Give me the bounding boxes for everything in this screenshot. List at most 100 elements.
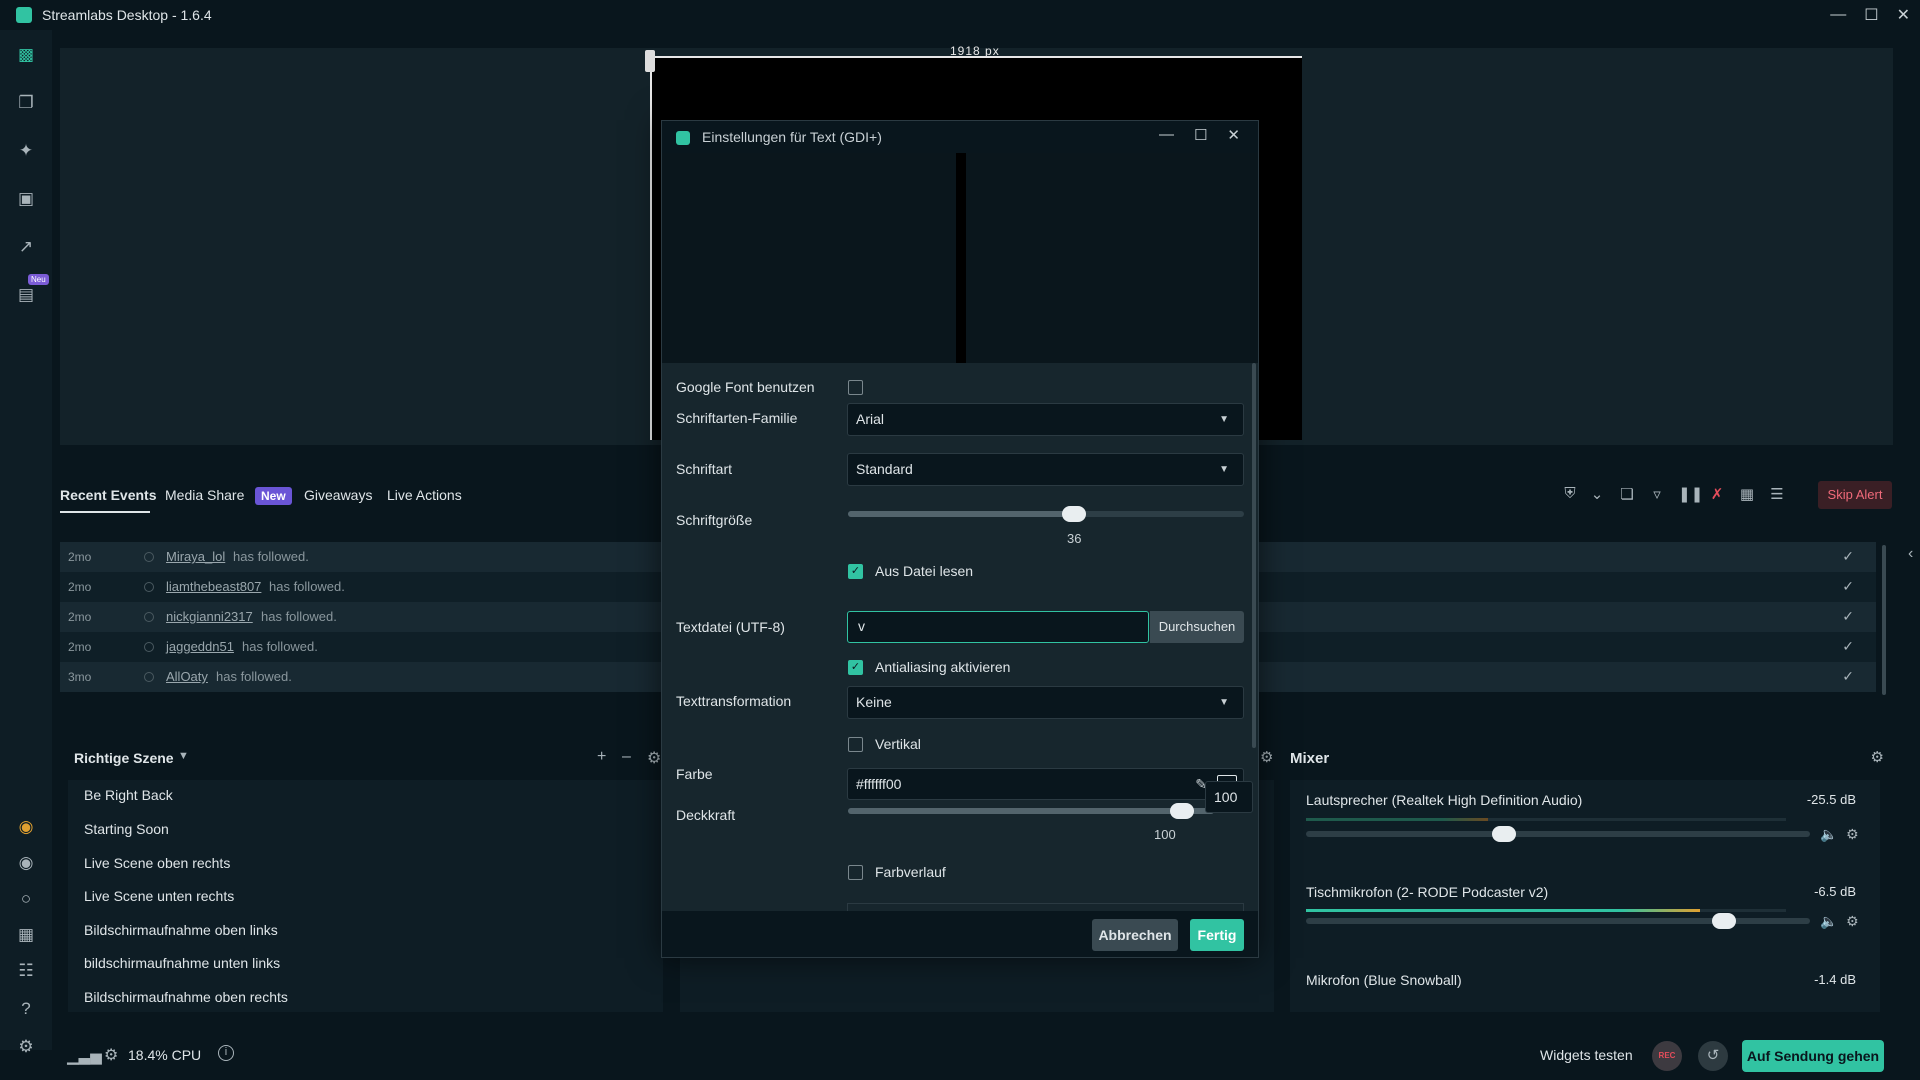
tab-live-actions[interactable]: Live Actions: [387, 487, 462, 503]
check-icon[interactable]: ✓: [1842, 668, 1854, 685]
pause-icon[interactable]: ❚❚: [1678, 485, 1703, 503]
record-button[interactable]: REC: [1652, 1041, 1682, 1071]
layout-icon[interactable]: ▦: [16, 925, 36, 945]
library-icon[interactable]: ☷: [16, 961, 36, 981]
help-icon[interactable]: ?: [16, 999, 36, 1019]
skip-alert-button[interactable]: Skip Alert: [1818, 481, 1892, 509]
event-username[interactable]: Miraya_lol: [166, 549, 225, 564]
dialog-scrollbar[interactable]: [1252, 363, 1256, 748]
tab-recent-events[interactable]: Recent Events: [60, 487, 156, 503]
close-icon[interactable]: ✕: [1227, 126, 1240, 144]
add-icon[interactable]: +: [597, 748, 606, 766]
analytics-icon[interactable]: ↗: [16, 237, 36, 257]
minimize-icon[interactable]: —: [1830, 6, 1846, 24]
speaker-icon[interactable]: 🔈: [1820, 826, 1837, 843]
resize-handle[interactable]: [645, 50, 655, 72]
text-file-input[interactable]: v: [847, 611, 1149, 643]
chat-icon[interactable]: ○: [16, 889, 36, 909]
scene-item[interactable]: Starting Soon: [84, 821, 169, 837]
event-user[interactable]: jaggeddn51: [166, 639, 234, 654]
store-icon[interactable]: ▣: [16, 189, 36, 209]
color-input[interactable]: #ffffff00 ✎: [847, 768, 1244, 800]
gear-icon[interactable]: ⚙: [104, 1045, 118, 1065]
grid-view-icon[interactable]: ▦: [1738, 485, 1756, 503]
events-scrollbar[interactable]: [1882, 545, 1886, 695]
list-view-icon[interactable]: ☰: [1768, 485, 1786, 503]
info-icon[interactable]: i: [218, 1045, 234, 1061]
volume-slider[interactable]: [1306, 913, 1810, 929]
mixer-panel: Mixer ⚙ Lautsprecher (Realtek High Defin…: [1290, 740, 1890, 1012]
gear-icon[interactable]: ⚙: [1846, 826, 1859, 843]
gear-icon[interactable]: ⚙: [1846, 913, 1859, 930]
ultra-icon[interactable]: ◉: [16, 817, 36, 837]
replay-buffer-icon[interactable]: ↺: [1698, 1041, 1728, 1071]
widgets-test-button[interactable]: Widgets testen: [1540, 1047, 1633, 1063]
tab-giveaways[interactable]: Giveaways: [304, 487, 372, 503]
event-username[interactable]: nickgianni2317: [166, 609, 253, 624]
chevron-left-icon[interactable]: ‹: [1908, 545, 1913, 563]
opacity-slider[interactable]: [848, 803, 1214, 819]
remove-icon[interactable]: –: [622, 748, 631, 766]
check-icon[interactable]: ✓: [1842, 578, 1854, 595]
shield-icon[interactable]: ⛨: [1561, 485, 1579, 502]
copy-icon[interactable]: ❏: [1618, 485, 1636, 503]
read-from-file-checkbox[interactable]: ✓: [848, 564, 863, 579]
check-icon[interactable]: ✓: [1842, 638, 1854, 655]
font-style-select[interactable]: Standard ▼: [847, 453, 1244, 486]
editor-icon[interactable]: ▩: [16, 45, 36, 65]
event-user[interactable]: nickgianni2317: [166, 609, 253, 624]
chevron-down-icon[interactable]: ⌄: [1588, 485, 1606, 503]
volume-knob[interactable]: [1492, 826, 1516, 842]
speaker-icon[interactable]: 🔈: [1820, 913, 1837, 930]
event-username[interactable]: liamthebeast807: [166, 579, 261, 594]
opacity-slider-knob[interactable]: [1170, 803, 1194, 819]
minimize-icon[interactable]: —: [1159, 126, 1174, 144]
event-user[interactable]: Miraya_lol: [166, 549, 225, 564]
gear-icon[interactable]: ⚙: [647, 748, 661, 768]
scene-item[interactable]: bildschirmaufnahme unten links: [84, 955, 280, 971]
font-family-select[interactable]: Arial ▼: [847, 403, 1244, 436]
volume-knob[interactable]: [1712, 913, 1736, 929]
event-user[interactable]: AllOaty: [166, 669, 208, 684]
google-font-checkbox[interactable]: [848, 380, 863, 395]
gear-icon[interactable]: ⚙: [1871, 748, 1884, 766]
cancel-button[interactable]: Abbrechen: [1092, 919, 1178, 951]
highlighter-icon[interactable]: ▤: [16, 285, 36, 305]
scene-item[interactable]: Bildschirmaufnahme oben rechts: [84, 989, 288, 1005]
gear-icon[interactable]: ⚙: [1260, 748, 1273, 766]
chevron-down-icon[interactable]: ▼: [178, 750, 189, 762]
scene-item[interactable]: Live Scene unten rechts: [84, 888, 234, 904]
scene-item[interactable]: Live Scene oben rechts: [84, 855, 230, 871]
check-icon[interactable]: ✓: [1842, 548, 1854, 565]
event-username[interactable]: AllOaty: [166, 669, 208, 684]
font-size-slider[interactable]: [848, 506, 1244, 522]
maximize-icon[interactable]: ☐: [1864, 5, 1878, 25]
event-username[interactable]: jaggeddn51: [166, 639, 234, 654]
go-live-button[interactable]: Auf Sendung gehen: [1742, 1040, 1884, 1072]
tab-media-share[interactable]: Media Share: [165, 487, 244, 503]
maximize-icon[interactable]: ☐: [1194, 126, 1207, 144]
done-button[interactable]: Fertig: [1190, 919, 1244, 951]
vertical-checkbox[interactable]: [848, 737, 863, 752]
opacity-input[interactable]: 100: [1205, 781, 1253, 813]
event-user[interactable]: liamthebeast807: [166, 579, 261, 594]
check-icon[interactable]: ✓: [1842, 608, 1854, 625]
alert-icon[interactable]: ◉: [16, 853, 36, 873]
text-transform-select[interactable]: Keine ▼: [847, 686, 1244, 719]
color-value: #ffffff00: [856, 776, 902, 792]
font-size-slider-knob[interactable]: [1061, 506, 1086, 522]
themes-icon[interactable]: ❐: [16, 93, 36, 113]
scene-item[interactable]: Be Right Back: [84, 787, 173, 803]
filter-icon[interactable]: ▿: [1648, 485, 1666, 503]
browse-button[interactable]: Durchsuchen: [1150, 611, 1244, 643]
gradient-checkbox[interactable]: [848, 865, 863, 880]
tools-icon[interactable]: ✦: [16, 141, 36, 161]
scene-collection-title[interactable]: Richtige Szene: [74, 750, 174, 766]
mute-icon[interactable]: ✗: [1708, 485, 1726, 503]
scene-item[interactable]: Bildschirmaufnahme oben links: [84, 922, 278, 938]
volume-slider[interactable]: [1306, 826, 1810, 842]
antialiasing-checkbox[interactable]: ✓: [848, 660, 863, 675]
settings-icon[interactable]: ⚙: [16, 1037, 36, 1057]
close-icon[interactable]: ✕: [1897, 5, 1910, 25]
stats-icon[interactable]: ▁▃▅: [67, 1047, 102, 1065]
